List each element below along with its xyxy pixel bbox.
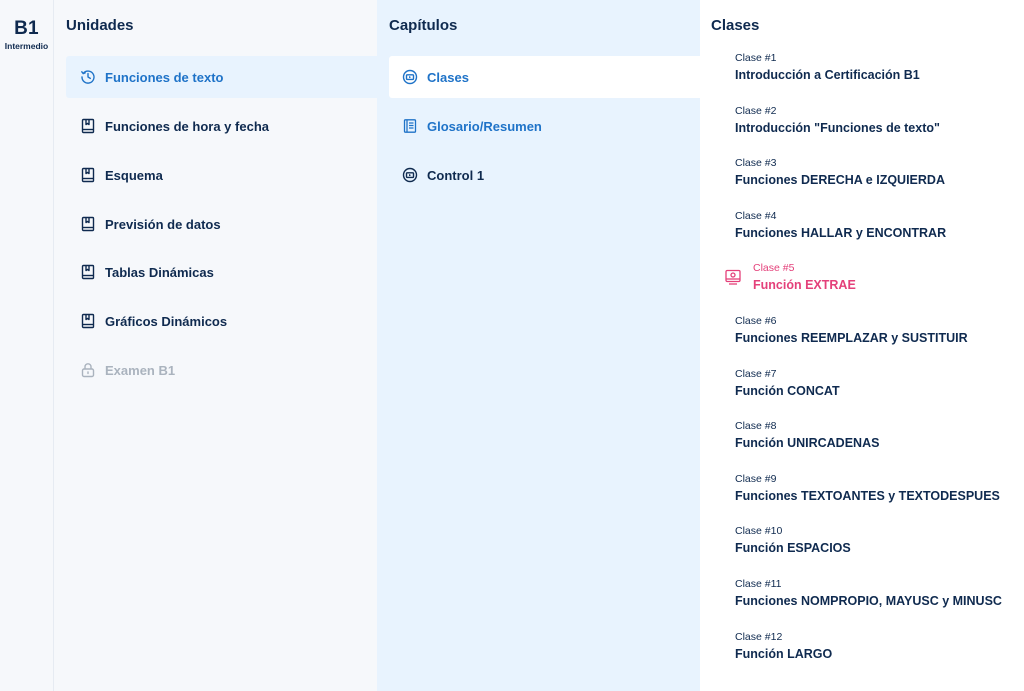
class-name: Funciones TEXTOANTES y TEXTODESPUES xyxy=(735,489,1000,503)
class-number: Clase #10 xyxy=(735,525,783,537)
class-number: Clase #3 xyxy=(735,157,777,169)
class-item[interactable]: Clase #10 Función ESPACIOS xyxy=(735,525,1015,556)
class-item[interactable]: Clase #1 Introducción a Certificación B1 xyxy=(735,52,1015,83)
class-number: Clase #1 xyxy=(735,52,777,64)
class-number: Clase #12 xyxy=(735,631,783,643)
class-number: Clase #11 xyxy=(735,578,782,590)
unit-item-label: Esquema xyxy=(105,167,163,183)
unit-item-label: Tablas Dinámicas xyxy=(105,264,214,280)
class-item[interactable]: Clase #11 Funciones NOMPROPIO, MAYUSC y … xyxy=(735,578,1015,609)
class-item[interactable]: Clase #4 Funciones HALLAR y ENCONTRAR xyxy=(735,210,1015,241)
chapter-item-label: Glosario/Resumen xyxy=(427,118,542,134)
chapter-item-clases[interactable]: Clases xyxy=(389,56,700,98)
book-icon xyxy=(80,118,96,134)
video-icon xyxy=(402,69,418,85)
class-number: Clase #2 xyxy=(735,105,777,117)
level-name: Intermedio xyxy=(4,41,49,51)
class-name: Funciones DERECHA e IZQUIERDA xyxy=(735,173,945,187)
video-icon xyxy=(402,167,418,183)
class-item-current[interactable]: Clase #5 Función EXTRAE xyxy=(753,262,1024,293)
class-name: Introducción "Funciones de texto" xyxy=(735,121,940,135)
book-icon xyxy=(80,216,96,232)
units-column: Unidades Funciones de texto Funciones de… xyxy=(54,0,377,691)
class-item[interactable]: Clase #2 Introducción "Funciones de text… xyxy=(735,105,1015,136)
class-name: Funciones HALLAR y ENCONTRAR xyxy=(735,226,947,240)
chapters-column: Capítulos Clases Glosario/Resumen Contro… xyxy=(377,0,700,691)
unit-item-prevision-de-datos[interactable]: Previsión de datos xyxy=(66,203,377,245)
class-number: Clase #9 xyxy=(735,473,777,485)
class-number: Clase #7 xyxy=(735,368,777,380)
chapter-item-label: Clases xyxy=(427,69,469,85)
class-name: Función UNIRCADENAS xyxy=(735,436,880,450)
class-number: Clase #6 xyxy=(735,315,777,327)
unit-item-label: Examen B1 xyxy=(105,362,176,378)
class-item[interactable]: Clase #3 Funciones DERECHA e IZQUIERDA xyxy=(735,157,1015,188)
class-item[interactable]: Clase #7 Función CONCAT xyxy=(735,368,1015,399)
class-number: Clase #8 xyxy=(735,420,777,432)
class-name: Función EXTRAE xyxy=(753,278,856,292)
chapter-item-glosario-resumen[interactable]: Glosario/Resumen xyxy=(389,105,700,147)
class-item[interactable]: Clase #6 Funciones REEMPLAZAR y SUSTITUI… xyxy=(735,315,1015,346)
chapter-item-label: Control 1 xyxy=(427,167,485,183)
chapters-title: Capítulos xyxy=(389,17,458,34)
class-item[interactable]: Clase #9 Funciones TEXTOANTES y TEXTODES… xyxy=(735,473,1015,504)
class-number: Clase #4 xyxy=(735,210,777,222)
class-name: Funciones NOMPROPIO, MAYUSC y MINUSC xyxy=(735,594,1002,608)
unit-item-graficos-dinamicos[interactable]: Gráficos Dinámicos xyxy=(66,300,377,342)
unit-item-funciones-de-hora-y-fecha[interactable]: Funciones de hora y fecha xyxy=(66,105,377,147)
class-name: Función LARGO xyxy=(735,647,833,661)
clock-history-icon xyxy=(80,69,96,85)
units-title: Unidades xyxy=(66,17,134,34)
classes-column: Clases Clase #1 Introducción a Certifica… xyxy=(700,0,1024,691)
unit-item-label: Funciones de hora y fecha xyxy=(105,118,269,134)
class-name: Introducción a Certificación B1 xyxy=(735,68,920,82)
class-name: Función ESPACIOS xyxy=(735,541,851,555)
chapter-item-control-1[interactable]: Control 1 xyxy=(389,154,700,196)
class-name: Funciones REEMPLAZAR y SUSTITUIR xyxy=(735,331,968,345)
unit-item-label: Gráficos Dinámicos xyxy=(105,313,228,329)
class-number: Clase #5 xyxy=(753,262,795,274)
notebook-icon xyxy=(402,118,418,134)
level-code: B1 xyxy=(14,18,39,39)
class-item[interactable]: Clase #12 Función LARGO xyxy=(735,631,1015,662)
book-icon xyxy=(80,167,96,183)
class-name: Función CONCAT xyxy=(735,384,840,398)
book-icon xyxy=(80,313,96,329)
class-item[interactable]: Clase #8 Función UNIRCADENAS xyxy=(735,420,1015,451)
unit-item-label: Funciones de texto xyxy=(105,69,224,85)
lock-icon xyxy=(80,362,96,378)
book-icon xyxy=(80,264,96,280)
unit-item-esquema[interactable]: Esquema xyxy=(66,154,377,196)
unit-item-label: Previsión de datos xyxy=(105,216,221,232)
unit-item-tablas-dinamicas[interactable]: Tablas Dinámicas xyxy=(66,251,377,293)
now-playing-icon xyxy=(724,268,742,286)
classes-title: Clases xyxy=(711,17,760,34)
level-rail: B1 Intermedio xyxy=(0,0,54,691)
unit-item-examen-b1: Examen B1 xyxy=(66,349,377,391)
unit-item-funciones-de-texto[interactable]: Funciones de texto xyxy=(66,56,377,98)
